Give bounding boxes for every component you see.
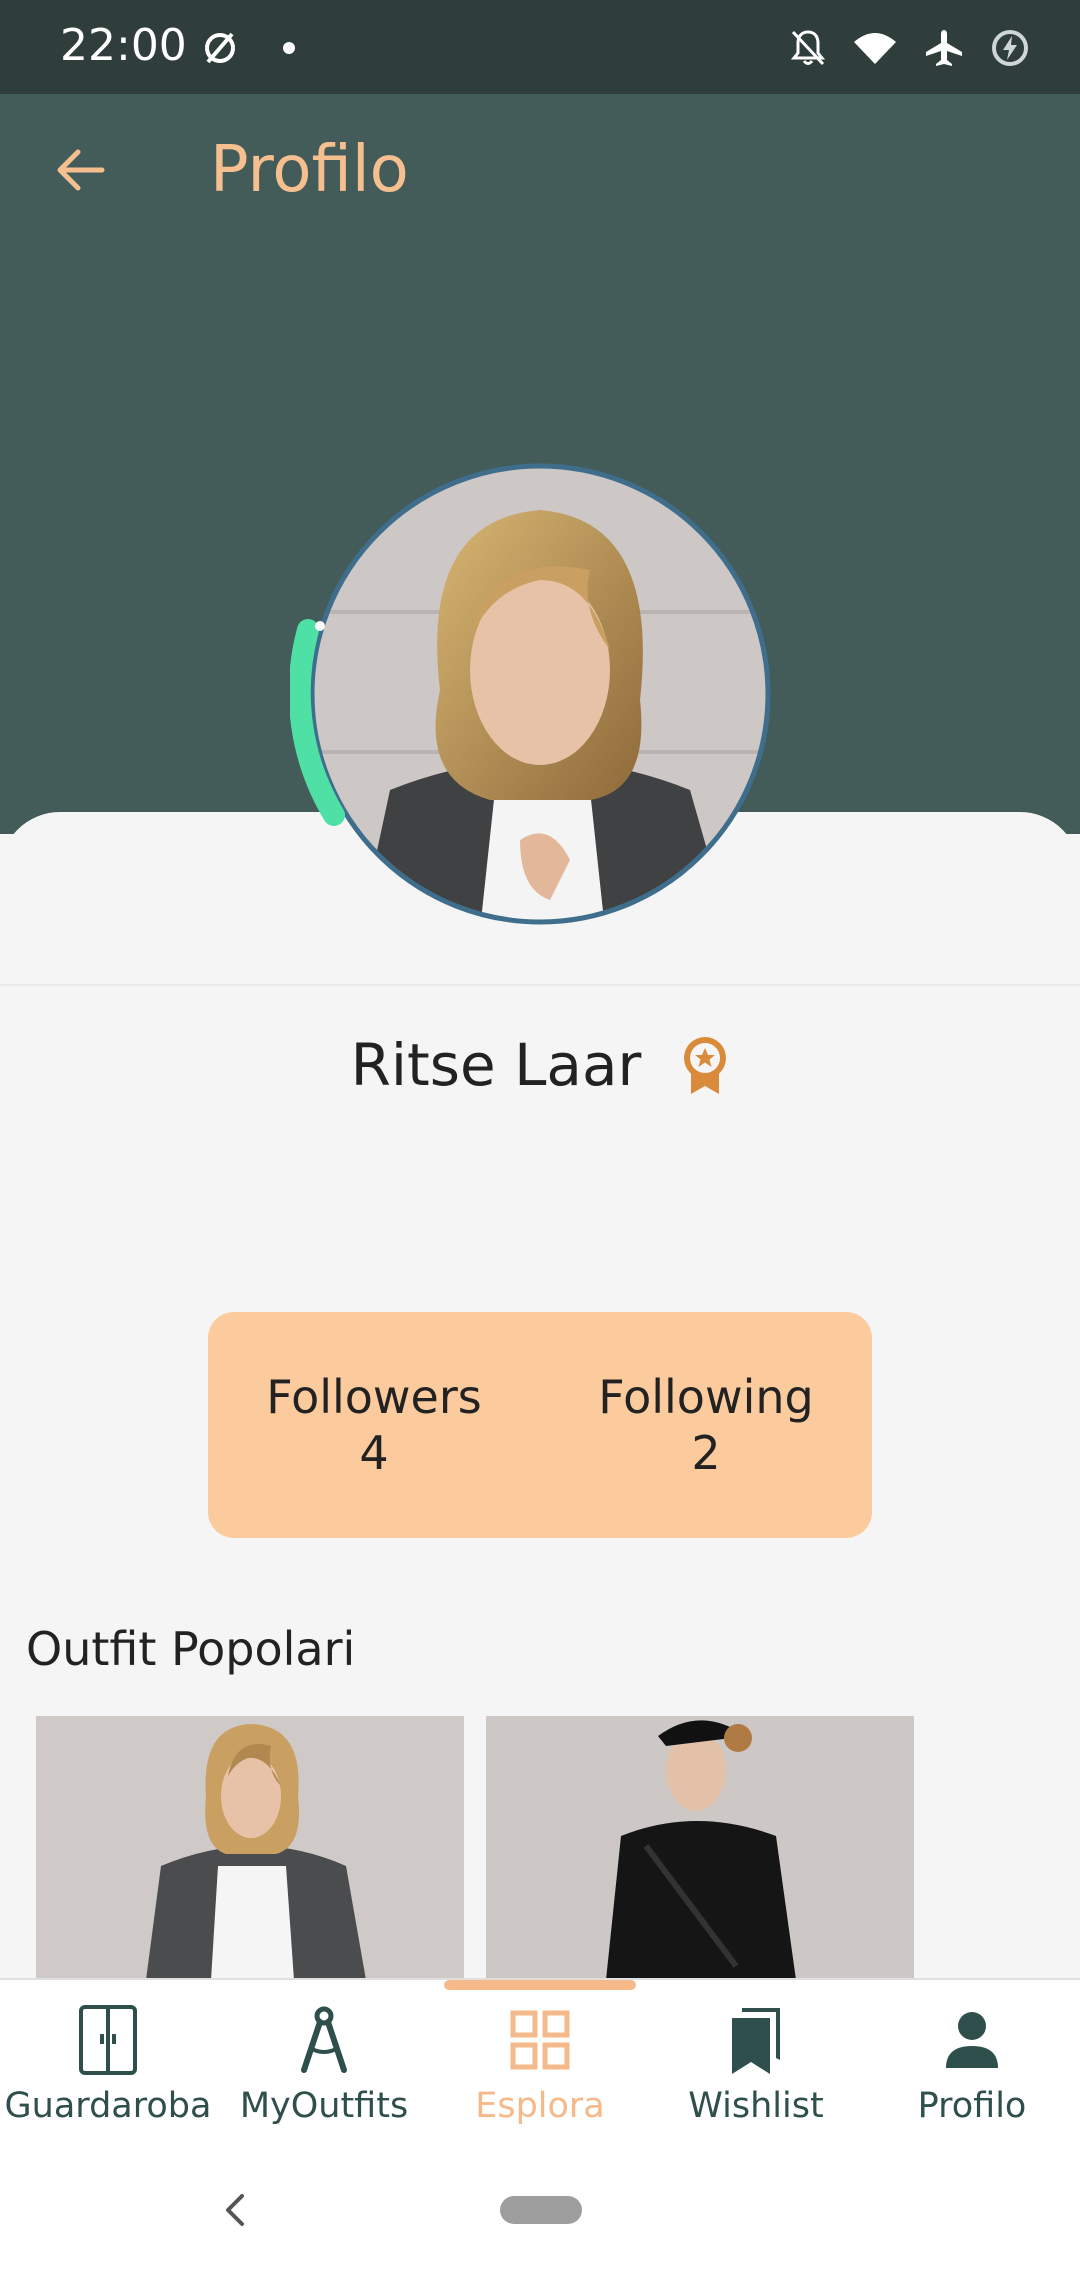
arrow-back-icon — [57, 149, 105, 191]
person-icon — [946, 2012, 998, 2068]
nav-label: Profilo — [917, 2086, 1027, 2126]
following-count: 2 — [691, 1426, 721, 1480]
award-ribbon-icon[interactable] — [681, 1034, 729, 1096]
grid-icon — [510, 2010, 570, 2070]
wifi-icon — [854, 33, 896, 64]
wardrobe-icon — [79, 2005, 137, 2075]
profile-name-row: Ritse Laar — [0, 1030, 1080, 1100]
nav-label: MyOutfits — [239, 2086, 409, 2126]
nav-item-profilo[interactable]: Profilo — [864, 1980, 1080, 2140]
followers-count: 4 — [359, 1426, 389, 1480]
followers-stat[interactable]: Followers 4 — [266, 1369, 481, 1481]
nav-label: Esplora — [475, 2086, 605, 2126]
outfit-thumbnail[interactable] — [36, 1716, 464, 1980]
bookmarks-icon — [732, 2008, 780, 2074]
following-label: Following — [598, 1370, 814, 1424]
dot-icon — [283, 42, 295, 54]
popular-outfits-list — [36, 1716, 914, 1980]
bottom-navigation: Guardaroba MyOutfits Esplora Wishlist Pr… — [0, 1978, 1080, 2140]
compass-drafting-icon — [301, 2006, 347, 2073]
system-home-pill[interactable] — [500, 2196, 582, 2224]
profile-name: Ritse Laar — [350, 1031, 642, 1099]
airplane-icon — [926, 30, 962, 66]
status-bar: 22:00 — [0, 0, 1080, 94]
nav-item-wishlist[interactable]: Wishlist — [648, 1980, 864, 2140]
nav-item-guardaroba[interactable]: Guardaroba — [0, 1980, 216, 2140]
nav-label: Wishlist — [688, 2086, 824, 2126]
notifications-off-icon — [790, 30, 826, 66]
avatar-photo — [314, 468, 766, 920]
divider — [0, 984, 1080, 986]
popular-outfits-title: Outfit Popolari — [26, 1622, 356, 1676]
data-saver-icon — [205, 32, 235, 64]
status-time: 22:00 — [60, 20, 187, 71]
back-button[interactable] — [40, 130, 120, 210]
profile-avatar[interactable] — [290, 460, 790, 940]
outfit-thumbnail[interactable] — [486, 1716, 914, 1980]
battery-charging-icon — [992, 30, 1028, 66]
system-back-icon[interactable] — [220, 2190, 250, 2230]
stats-card: Followers 4 Following 2 — [208, 1312, 872, 1538]
nav-label: Guardaroba — [4, 2086, 212, 2126]
page-title: Profilo — [210, 133, 409, 207]
followers-label: Followers — [266, 1370, 482, 1424]
active-tab-indicator — [444, 1980, 636, 1990]
nav-item-myoutfits[interactable]: MyOutfits — [216, 1980, 432, 2140]
following-stat[interactable]: Following 2 — [598, 1369, 813, 1481]
nav-item-esplora[interactable]: Esplora — [432, 1980, 648, 2140]
